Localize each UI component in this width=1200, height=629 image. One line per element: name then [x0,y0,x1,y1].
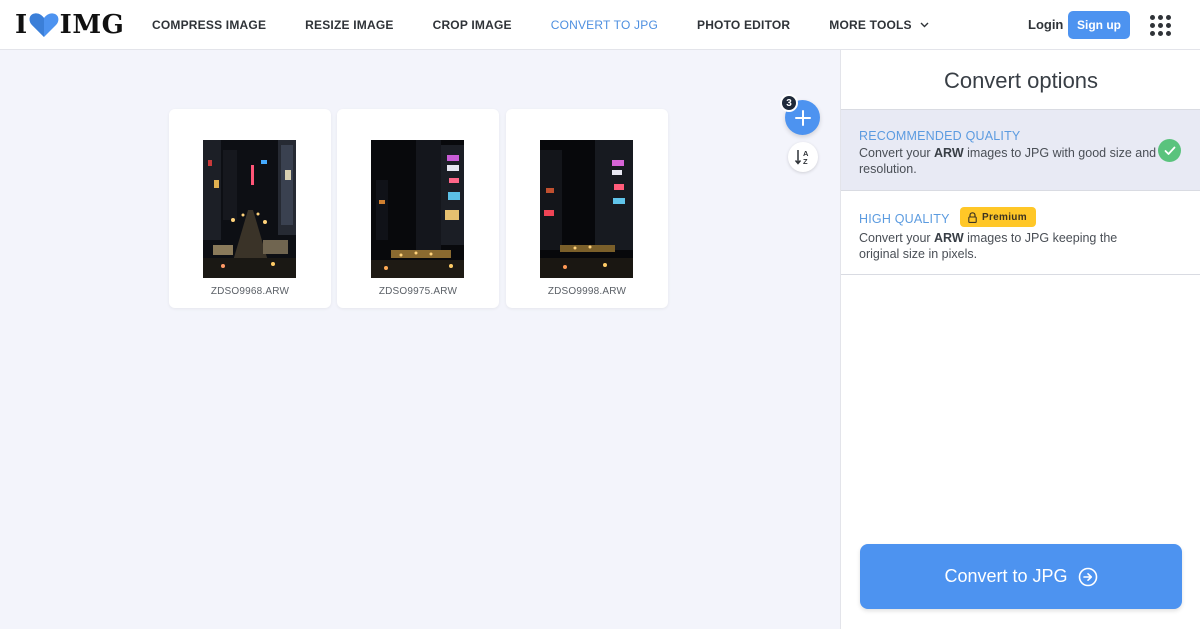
file-workspace: ZDSO9968.ARW ZDSO9975.ARW ZDSO9998.ARW 3… [0,50,840,629]
file-name: ZDSO9968.ARW [210,286,290,297]
option-recommended-quality[interactable]: RECOMMENDED QUALITY Convert your ARW ima… [841,109,1200,191]
nav-convert-to-jpg[interactable]: CONVERT TO JPG [551,18,658,32]
nav-crop-image[interactable]: CROP IMAGE [433,18,512,32]
nav-compress-image[interactable]: COMPRESS IMAGE [152,18,266,32]
nav-resize-image[interactable]: RESIZE IMAGE [305,18,393,32]
lock-icon [968,211,977,223]
file-name: ZDSO9975.ARW [378,286,458,297]
main-nav: COMPRESS IMAGE RESIZE IMAGE CROP IMAGE C… [152,0,929,50]
logo-text-left: I [15,10,28,40]
top-header: I IMG COMPRESS IMAGE RESIZE IMAGE CROP I… [0,0,1200,50]
option-title: HIGH QUALITY [859,212,950,226]
svg-text:Z: Z [803,157,808,166]
sort-az-button[interactable]: A Z [788,142,818,172]
convert-to-jpg-button[interactable]: Convert to JPG [860,544,1182,609]
logo[interactable]: I IMG [15,10,125,40]
nav-more-tools[interactable]: MORE TOOLS [829,18,929,32]
premium-badge: Premium [960,207,1036,227]
option-high-quality[interactable]: HIGH QUALITY Premium Convert your ARW im… [841,191,1200,275]
plus-icon [794,109,811,126]
sort-az-icon: A Z [794,149,809,166]
file-thumbnail [540,140,633,278]
apps-grid-icon[interactable] [1150,15,1171,36]
logo-text-right: IMG [59,10,125,40]
option-title: RECOMMENDED QUALITY [859,129,1021,143]
arrow-right-circle-icon [1078,567,1097,586]
file-card[interactable]: ZDSO9975.ARW [337,109,499,308]
file-name: ZDSO9998.ARW [547,286,627,297]
sidebar-title: Convert options [943,68,1099,93]
option-description: Convert your ARW images to JPG keeping t… [859,231,1118,261]
nav-more-tools-label: MORE TOOLS [829,18,912,32]
login-link[interactable]: Login [1028,17,1063,32]
file-thumbnail [371,140,464,278]
check-icon [1158,139,1181,162]
convert-button-label: Convert to JPG [944,566,1068,586]
file-thumbnail [203,140,296,278]
option-description: Convert your ARW images to JPG with good… [859,146,1157,176]
premium-label: Premium [982,211,1027,223]
heart-icon [29,13,59,37]
convert-options-sidebar: Convert options RECOMMENDED QUALITY Conv… [840,50,1200,629]
file-card[interactable]: ZDSO9968.ARW [169,109,331,308]
nav-photo-editor[interactable]: PHOTO EDITOR [697,18,790,32]
chevron-down-icon [920,22,929,28]
file-count-badge: 3 [780,94,798,112]
file-card[interactable]: ZDSO9998.ARW [506,109,668,308]
signup-button[interactable]: Sign up [1068,11,1130,39]
